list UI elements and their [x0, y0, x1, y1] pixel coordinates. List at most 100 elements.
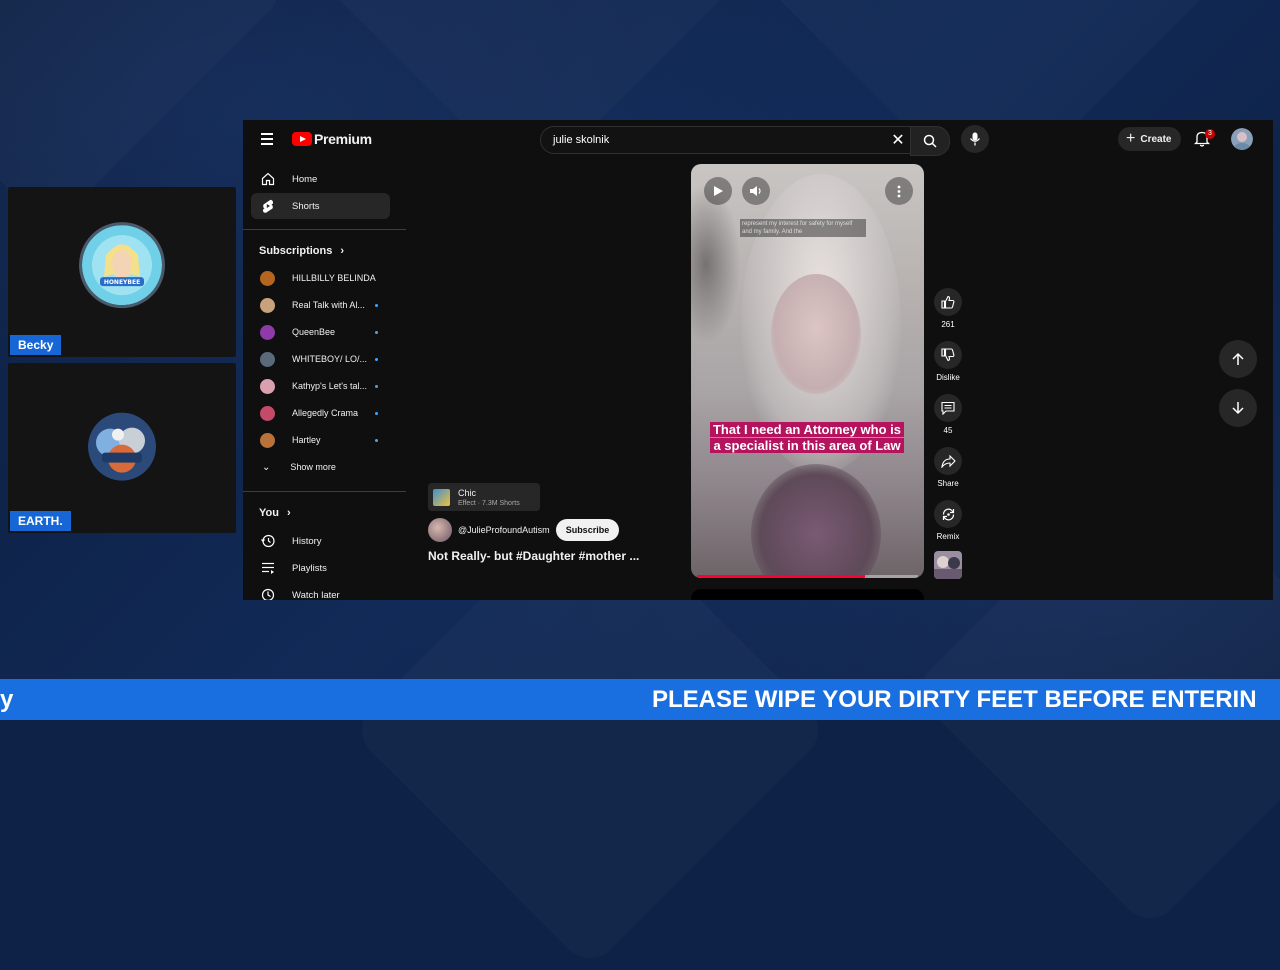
sidebar-item-label: Playlists	[292, 562, 327, 574]
playlists-icon	[260, 562, 276, 574]
youtube-play-logo-icon	[292, 132, 312, 146]
short-video-player[interactable]: represent my interest for safety for mys…	[691, 164, 924, 578]
volume-button[interactable]	[742, 177, 770, 205]
create-label: Create	[1140, 133, 1172, 145]
sidebar-item-home[interactable]: Home	[251, 166, 390, 192]
channel-avatar[interactable]	[428, 518, 452, 542]
video-progress-bar[interactable]	[697, 575, 918, 578]
new-content-dot	[375, 411, 378, 415]
arrow-up-icon	[1232, 352, 1244, 365]
remix-label: Remix	[936, 532, 960, 541]
effect-name: Chic	[458, 488, 477, 498]
sound-source-thumbnail[interactable]	[931, 551, 965, 579]
channel-avatar	[260, 405, 275, 421]
channel-name: WHITEBOY/ LO/...	[292, 354, 368, 364]
sidebar-item-label: Watch later	[292, 589, 340, 601]
you-heading[interactable]: You ›	[259, 507, 291, 519]
menu-icon[interactable]	[261, 133, 273, 148]
effect-chip[interactable]: Chic Effect · 7.3M Shorts	[428, 483, 540, 511]
audio-thumbnail	[934, 551, 962, 579]
play-icon	[714, 186, 723, 196]
volume-icon	[750, 186, 761, 196]
search-input[interactable]: julie skolnik	[553, 134, 885, 146]
remix-icon	[934, 500, 962, 528]
sidebar-subscription-item[interactable]: WHITEBOY/ LO/...	[251, 348, 390, 370]
like-button[interactable]: 261	[931, 288, 965, 329]
notification-count-badge: 3	[1205, 129, 1215, 139]
dislike-button[interactable]: Dislike	[931, 341, 965, 382]
remix-button[interactable]: Remix	[931, 500, 965, 541]
channel-handle[interactable]: @JulieProfoundAutism	[458, 525, 550, 535]
share-label: Share	[937, 479, 959, 488]
new-content-dot	[375, 357, 378, 361]
play-button[interactable]	[704, 177, 732, 205]
next-short-preview[interactable]	[691, 589, 924, 600]
sidebar-item-history[interactable]: History	[251, 528, 390, 554]
show-more-label: Show more	[290, 462, 336, 472]
subscriptions-heading[interactable]: Subscriptions ›	[259, 245, 344, 257]
sidebar-subscription-item[interactable]: QueenBee	[251, 321, 390, 343]
sidebar-divider	[243, 491, 406, 492]
thumbs-down-icon	[934, 341, 962, 369]
video-frame-face	[771, 274, 861, 394]
sidebar-subscription-item[interactable]: Allegedly Crama	[251, 402, 390, 424]
sidebar-item-label: Shorts	[292, 200, 320, 212]
sidebar: Home Shorts Subscriptions › HILLBILLY BE…	[243, 160, 406, 600]
new-content-dot	[375, 438, 378, 442]
more-options-button[interactable]	[885, 177, 913, 205]
video-frame-shirt	[751, 464, 881, 578]
show-more-button[interactable]: ⌄ Show more	[251, 456, 390, 478]
youtube-logo[interactable]: Premium	[292, 131, 372, 147]
sidebar-item-label: Home	[292, 173, 318, 185]
guest-name-label: EARTH.	[10, 511, 71, 531]
channel-name: Kathyp's Let's tal...	[292, 381, 367, 391]
channel-name: HILLBILLY BELINDA	[292, 273, 376, 283]
sidebar-subscription-item[interactable]: Real Talk with Al...	[251, 294, 390, 316]
comments-button[interactable]: 45	[931, 394, 965, 435]
clear-search-icon[interactable]: ✕	[885, 127, 911, 153]
sidebar-subscription-item[interactable]: Kathyp's Let's tal...	[251, 375, 390, 397]
video-progress-fill	[697, 575, 865, 578]
subscribe-button[interactable]: Subscribe	[555, 519, 620, 541]
arrow-down-icon	[1232, 402, 1244, 415]
video-caption: That I need an Attorney who is a special…	[707, 422, 907, 454]
channel-avatar	[260, 297, 275, 313]
channel-avatar	[260, 270, 275, 286]
you-heading-label: You	[259, 507, 279, 519]
previous-short-button[interactable]	[1219, 340, 1257, 378]
video-overlay-subtitle: represent my interest for safety for mys…	[740, 219, 866, 237]
search-button[interactable]	[910, 126, 950, 156]
chevron-right-icon: ›	[286, 507, 291, 519]
sidebar-subscription-item[interactable]: Hartley	[251, 429, 390, 451]
thumbs-up-icon	[934, 288, 962, 316]
sidebar-item-shorts[interactable]: Shorts	[251, 193, 390, 219]
next-short-button[interactable]	[1219, 389, 1257, 427]
more-vertical-icon	[897, 185, 901, 197]
channel-name: Hartley	[292, 435, 321, 445]
new-content-dot	[375, 330, 378, 334]
short-title[interactable]: Not Really- but #Daughter #mother ...	[428, 549, 639, 563]
guest-name-label: Becky	[10, 335, 62, 355]
voice-search-button[interactable]	[961, 125, 989, 153]
microphone-icon	[969, 132, 981, 146]
search-icon	[923, 134, 937, 148]
account-avatar[interactable]	[1231, 128, 1253, 150]
create-button[interactable]: + Create	[1118, 127, 1182, 151]
video-frame-shadow	[691, 184, 741, 344]
share-button[interactable]: Share	[931, 447, 965, 488]
share-icon	[934, 447, 962, 475]
sidebar-item-playlists[interactable]: Playlists	[251, 555, 390, 581]
caption-text: That I need an Attorney who is a special…	[709, 422, 905, 453]
ticker-left-fragment: y	[0, 686, 14, 713]
channel-row: @JulieProfoundAutism Subscribe	[428, 518, 620, 542]
ticker-text: PLEASE WIPE YOUR DIRTY FEET BEFORE ENTER…	[652, 686, 1257, 713]
effect-thumbnail	[433, 489, 450, 506]
news-ticker: y PLEASE WIPE YOUR DIRTY FEET BEFORE ENT…	[0, 679, 1280, 720]
new-content-dot	[375, 384, 378, 388]
effect-meta: Effect · 7.3M Shorts	[458, 500, 520, 507]
sidebar-item-watch-later[interactable]: Watch later	[251, 582, 390, 600]
sidebar-subscription-item[interactable]: HILLBILLY BELINDA	[251, 267, 390, 289]
search-box[interactable]: julie skolnik ✕	[540, 126, 912, 154]
new-content-dot	[375, 303, 378, 307]
chevron-right-icon: ›	[340, 245, 345, 257]
